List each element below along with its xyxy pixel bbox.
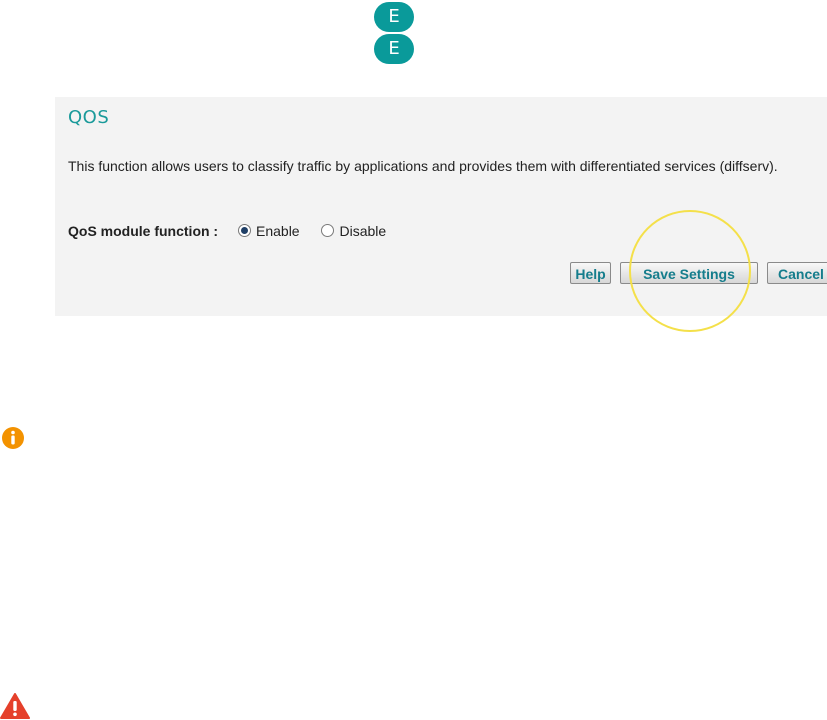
logo-top: E — [374, 2, 414, 32]
qos-module-row: QoS module function : Enable Disable — [68, 223, 404, 239]
save-settings-button[interactable]: Save Settings — [620, 262, 758, 284]
cancel-button[interactable]: Cancel — [767, 262, 827, 284]
enable-label: Enable — [256, 223, 300, 239]
disable-radio[interactable] — [321, 224, 335, 237]
qos-module-label: QoS module function : — [68, 223, 219, 239]
logo-bottom: E — [374, 34, 414, 64]
enable-option[interactable]: Enable — [238, 223, 300, 239]
warning-icon — [0, 693, 30, 719]
ee-logo: E E — [374, 2, 414, 66]
info-icon — [2, 427, 24, 449]
qos-description: This function allows users to classify t… — [68, 158, 778, 174]
qos-panel: QOS This function allows users to classi… — [55, 97, 827, 316]
help-button[interactable]: Help — [570, 262, 611, 284]
disable-label: Disable — [339, 223, 387, 239]
disable-option[interactable]: Disable — [321, 223, 386, 239]
enable-radio[interactable] — [238, 224, 251, 237]
page-title: QOS — [68, 107, 110, 128]
